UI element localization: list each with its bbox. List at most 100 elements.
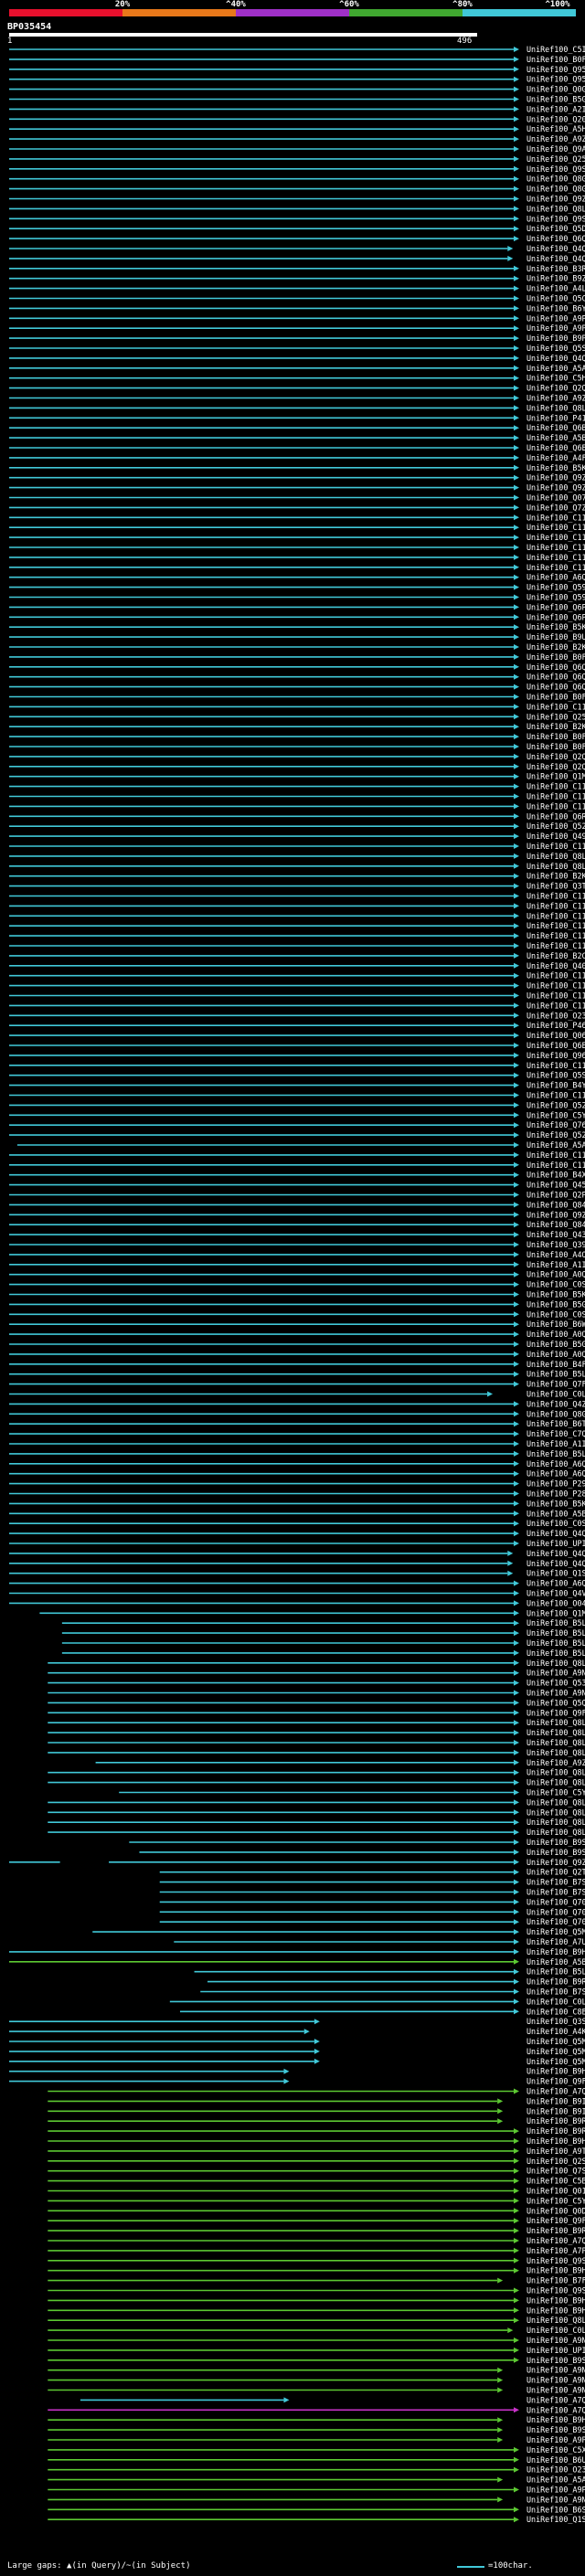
- hit-row[interactable]: UniRef100_Q4QUS0: [9, 254, 585, 263]
- hit-row[interactable]: UniRef100_B9IG93: [48, 2096, 585, 2105]
- hit-label[interactable]: UniRef100_C11CB7: [526, 991, 585, 1001]
- hit-row[interactable]: UniRef100_A9ZMU3: [95, 1758, 585, 1767]
- hit-label[interactable]: UniRef100_Q8LSU7: [526, 1748, 585, 1757]
- hit-row[interactable]: UniRef100_B4XF32: [9, 1171, 585, 1180]
- hit-row[interactable]: UniRef100_B6TMV8: [9, 1419, 585, 1428]
- hit-label[interactable]: UniRef100_A9NQX0: [526, 2336, 585, 2345]
- hit-row[interactable]: UniRef100_Q2S4A7: [48, 2157, 585, 2166]
- hit-label[interactable]: UniRef100_Q20CX5: [526, 114, 585, 123]
- hit-row[interactable]: UniRef100_C0SPH2: [9, 1519, 585, 1528]
- hit-label[interactable]: UniRef100_A1I118: [526, 1260, 585, 1269]
- hit-row[interactable]: UniRef100_C11CB7: [9, 991, 585, 1001]
- hit-label[interactable]: UniRef100_Q8LSU9: [526, 1828, 585, 1837]
- hit-label[interactable]: UniRef100_P46747: [526, 1021, 585, 1030]
- hit-row[interactable]: UniRef100_Q761K0: [9, 1120, 585, 1129]
- hit-label[interactable]: UniRef100_B0FYE9: [526, 55, 585, 64]
- hit-label[interactable]: UniRef100_B5KB60: [526, 622, 585, 631]
- hit-row[interactable]: UniRef100_Q2QS89: [9, 752, 585, 761]
- hit-row[interactable]: UniRef100_A5HH41: [9, 124, 585, 133]
- hit-row[interactable]: UniRef100_Q5CB69: [9, 294, 585, 303]
- hit-row[interactable]: UniRef100_A6QFT1: [9, 1579, 585, 1588]
- hit-row[interactable]: UniRef100_C0LF65: [48, 2326, 585, 2335]
- hit-label[interactable]: UniRef100_B5L570: [526, 1638, 585, 1648]
- hit-label[interactable]: UniRef100_C11CC7: [526, 801, 585, 811]
- hit-row[interactable]: UniRef100_Q4Z5Q7: [9, 1399, 585, 1408]
- hit-label[interactable]: UniRef100_A6QFT3: [526, 573, 585, 582]
- hit-label[interactable]: UniRef100_Q2PF10: [526, 1191, 585, 1200]
- hit-label[interactable]: UniRef100_C8ECP4: [526, 2007, 585, 2016]
- hit-row[interactable]: UniRef100_Q8LSU5: [48, 1768, 585, 1777]
- hit-row[interactable]: UniRef100_A2IBF9: [9, 104, 585, 113]
- hit-label[interactable]: UniRef100_C11CA9: [526, 1061, 585, 1070]
- hit-row[interactable]: UniRef100_Q6BEH2: [9, 423, 585, 432]
- hit-row[interactable]: UniRef100_A5BJF6: [9, 1509, 585, 1518]
- hit-row[interactable]: UniRef100_C11CA8: [9, 1091, 585, 1100]
- hit-row[interactable]: UniRef100_Q52T40: [9, 822, 585, 831]
- hit-label[interactable]: UniRef100_A2IBF9: [526, 104, 585, 113]
- hit-row[interactable]: UniRef100_Q7ZZQ7: [9, 503, 585, 512]
- hit-row[interactable]: UniRef100_A9NZT8: [48, 1669, 585, 1678]
- hit-row[interactable]: UniRef100_C5BG41: [48, 2177, 585, 2186]
- hit-label[interactable]: UniRef100_C5HL37: [526, 374, 585, 383]
- hit-row[interactable]: UniRef100_Q8LSU4: [48, 1797, 585, 1807]
- hit-label[interactable]: UniRef100_Q49982: [526, 832, 585, 841]
- hit-row[interactable]: UniRef100_Q9FT14: [48, 2216, 585, 2225]
- hit-label[interactable]: UniRef100_P29036: [526, 1479, 585, 1489]
- hit-row[interactable]: UniRef100_B5L571: [61, 1618, 585, 1627]
- hit-label[interactable]: UniRef100_C11CB0: [526, 921, 585, 930]
- hit-label[interactable]: UniRef100_Q6PZ07: [526, 602, 585, 611]
- hit-label[interactable]: UniRef100_Q53Q27: [526, 1679, 585, 1688]
- hit-row[interactable]: UniRef100_Q6QRC2: [9, 683, 585, 692]
- hit-label[interactable]: UniRef100_Q4Z5Q7: [526, 1399, 585, 1408]
- hit-row[interactable]: UniRef100_UPI000...: [48, 2346, 585, 2355]
- hit-row[interactable]: UniRef100_Q9S2A8: [48, 2256, 585, 2265]
- hit-label[interactable]: UniRef100_C11CD2: [526, 941, 585, 950]
- hit-row[interactable]: UniRef100_A9NY05: [48, 1689, 585, 1698]
- hit-label[interactable]: UniRef100_B6UMW5: [526, 2455, 585, 2465]
- hit-row[interactable]: UniRef100_Q8LP21: [9, 403, 585, 412]
- hit-label[interactable]: UniRef100_Q8L5M5: [526, 852, 585, 861]
- hit-label[interactable]: UniRef100_A9PEP7: [526, 313, 585, 323]
- hit-row[interactable]: UniRef100_Q5SPS3: [9, 344, 585, 353]
- hit-row[interactable]: UniRef100_P29036: [9, 1479, 585, 1489]
- hit-row[interactable]: UniRef100_C11CC6: [9, 792, 585, 801]
- hit-row[interactable]: UniRef100_Q2TJI6: [159, 1868, 585, 1877]
- hit-label[interactable]: UniRef100_C0LF62: [526, 1390, 585, 1399]
- hit-label[interactable]: UniRef100_C0SPH2: [526, 1519, 585, 1528]
- hit-label[interactable]: UniRef100_Q43741: [526, 1230, 585, 1239]
- hit-row[interactable]: UniRef100_A0Q373: [9, 1330, 585, 1339]
- hit-label[interactable]: UniRef100_C11CC6: [526, 892, 585, 901]
- hit-label[interactable]: UniRef100_A9NQZ1: [526, 2495, 585, 2504]
- hit-label[interactable]: UniRef100_Q8LSU6: [526, 1807, 585, 1817]
- hit-row[interactable]: UniRef100_A6QFT3: [9, 573, 585, 582]
- hit-label[interactable]: UniRef100_A9NZT8: [526, 1669, 585, 1678]
- hit-row[interactable]: UniRef100_A1I117: [9, 1439, 585, 1448]
- hit-row[interactable]: UniRef100_B0FM52: [9, 732, 585, 741]
- hit-row[interactable]: UniRef100_Q25965: [9, 154, 585, 164]
- hit-row[interactable]: UniRef100_C11CD2: [9, 941, 585, 950]
- hit-row[interactable]: UniRef100_B6UMW5: [48, 2455, 585, 2465]
- hit-row[interactable]: UniRef100_Q70FL4: [159, 1907, 585, 1916]
- hit-row[interactable]: UniRef100_Q20CX5: [9, 114, 585, 123]
- hit-row[interactable]: UniRef100_A9TQE0: [48, 2147, 585, 2156]
- hit-label[interactable]: UniRef100_Q9AQ87: [526, 144, 585, 154]
- hit-label[interactable]: UniRef100_Q8LSV2: [526, 1738, 585, 1747]
- hit-label[interactable]: UniRef100_A9ZE35: [526, 134, 585, 143]
- hit-label[interactable]: UniRef100_A1I117: [526, 1439, 585, 1448]
- hit-label[interactable]: UniRef100_A6QFT1: [526, 1579, 585, 1588]
- hit-row[interactable]: UniRef100_B2KZY5: [9, 872, 585, 881]
- hit-label[interactable]: UniRef100_C5BG41: [526, 2177, 585, 2186]
- hit-label[interactable]: UniRef100_C11CB8: [526, 981, 585, 991]
- hit-row[interactable]: UniRef100_B9HYX6: [48, 2295, 585, 2305]
- hit-row[interactable]: UniRef100_Q96472: [9, 1051, 585, 1060]
- hit-label[interactable]: UniRef100_B2KZY5: [526, 872, 585, 881]
- hit-label[interactable]: UniRef100_B9PBL5: [526, 334, 585, 343]
- hit-row[interactable]: UniRef100_A4OF43: [9, 1250, 585, 1259]
- hit-label[interactable]: UniRef100_B9RHP2: [526, 1977, 585, 1987]
- hit-row[interactable]: UniRef100_C0SPH1: [9, 1309, 585, 1319]
- hit-row[interactable]: UniRef100_UPI000...: [9, 1539, 585, 1548]
- hit-label[interactable]: UniRef100_B9IG93: [526, 2096, 585, 2105]
- hit-label[interactable]: UniRef100_A9P1C4: [526, 2435, 585, 2444]
- hit-label[interactable]: UniRef100_Q8L5M3: [526, 862, 585, 871]
- hit-label[interactable]: UniRef100_Q8LSV1: [526, 1778, 585, 1787]
